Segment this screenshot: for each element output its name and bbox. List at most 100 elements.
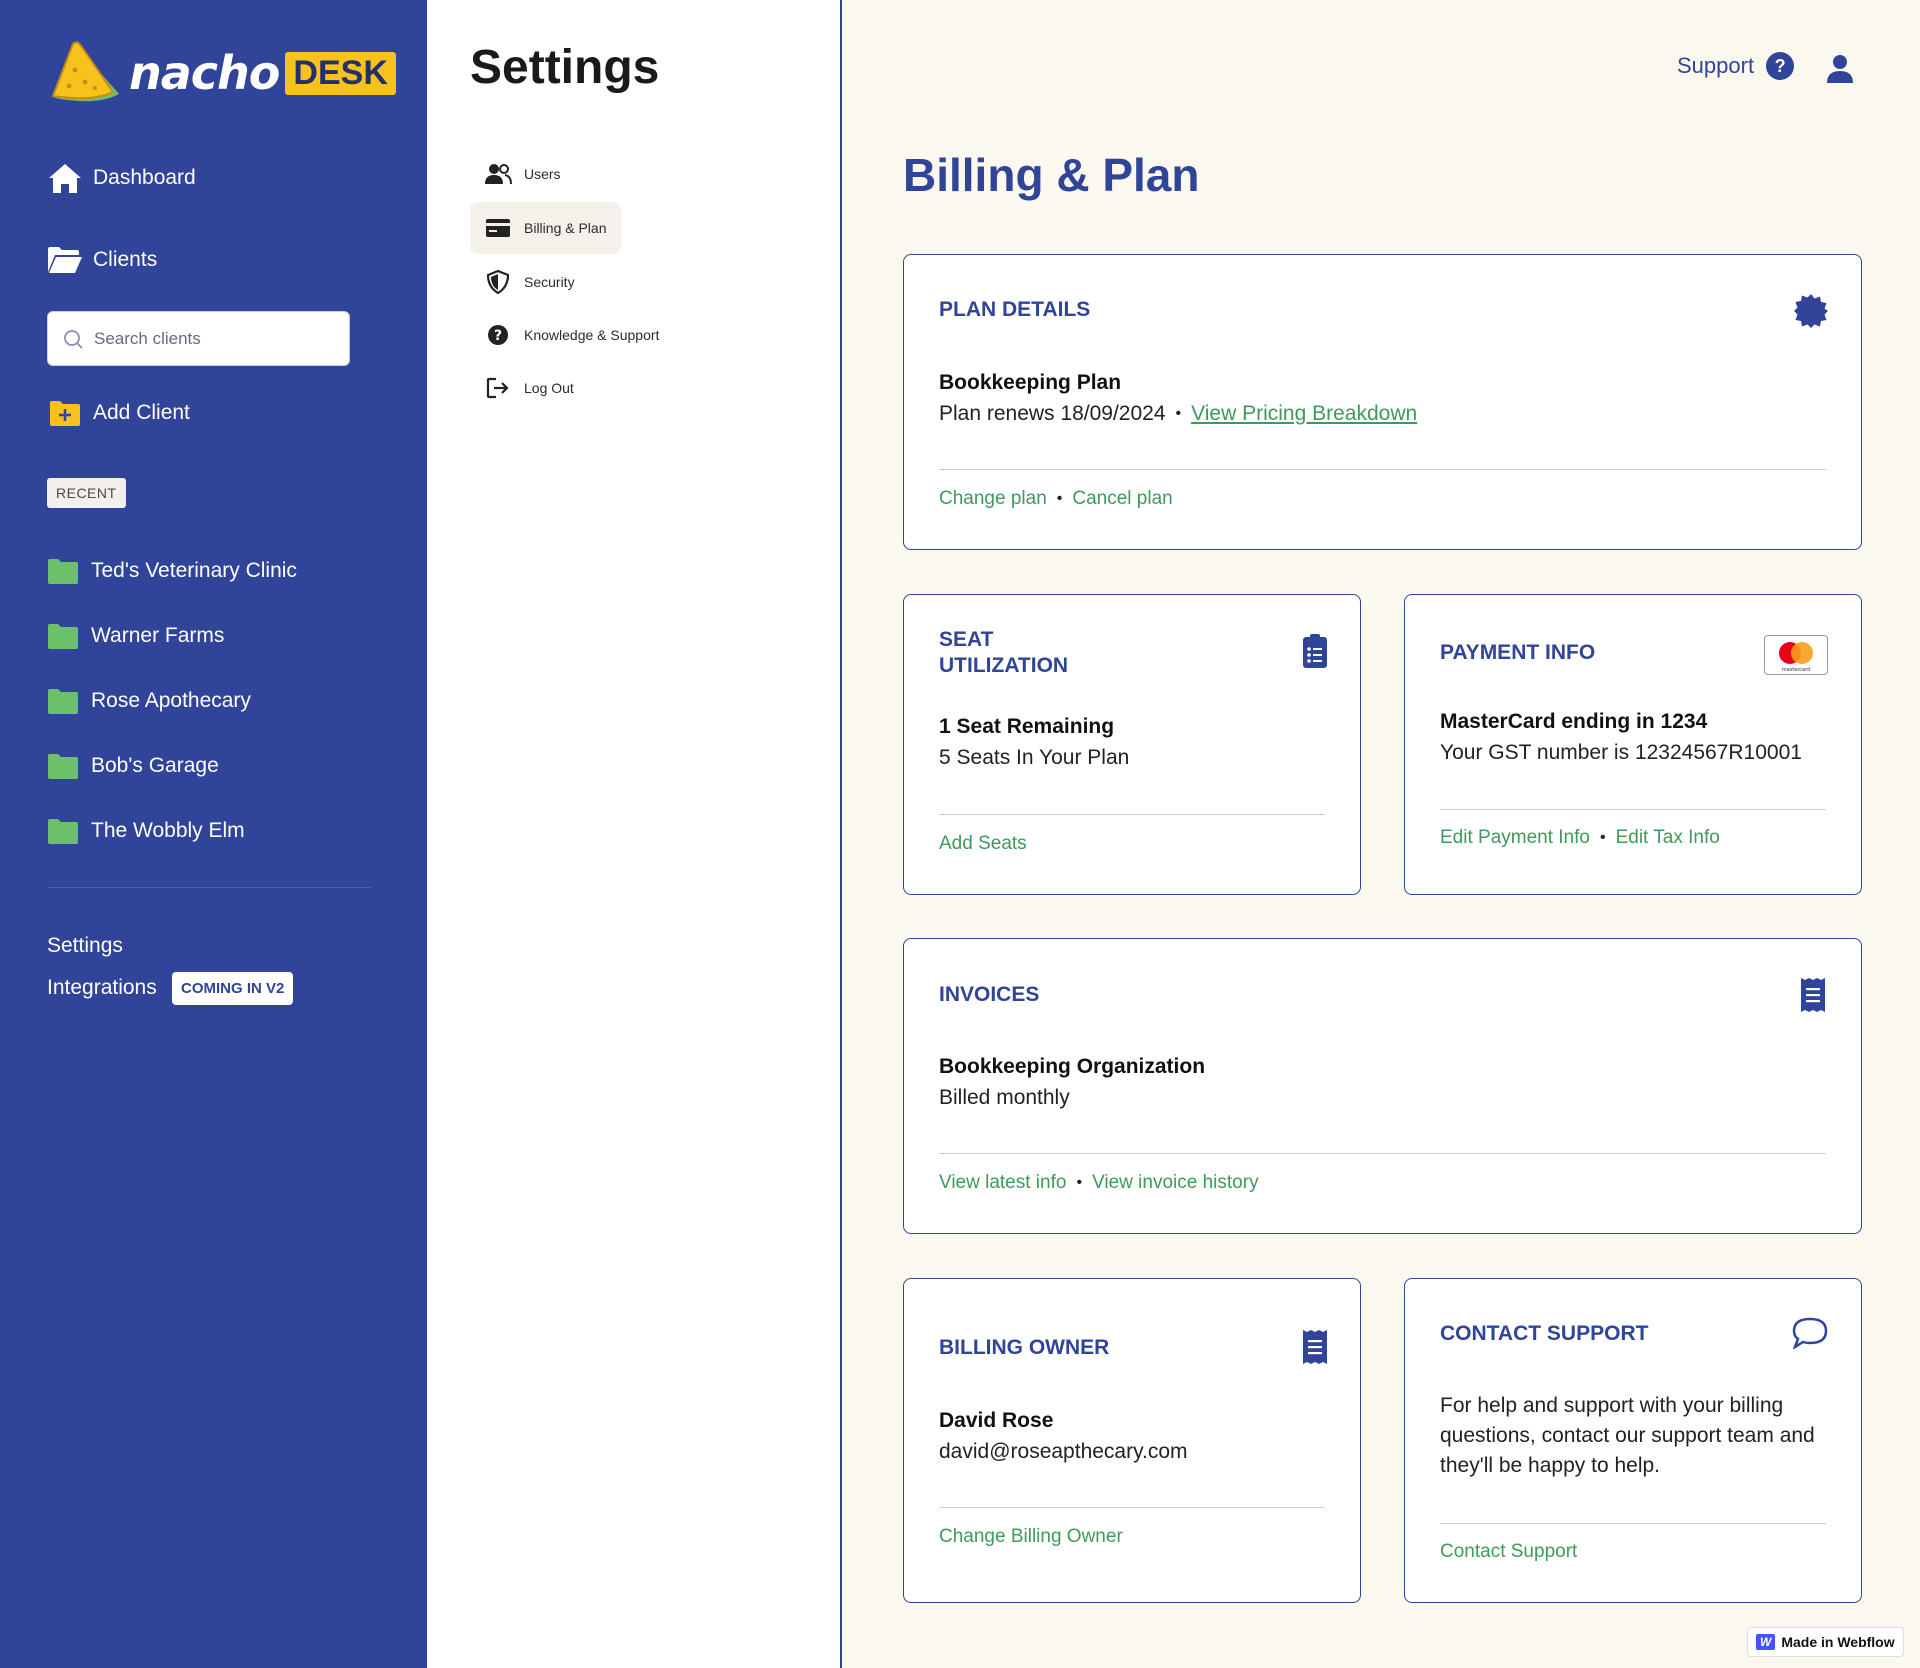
change-plan-link[interactable]: Change plan — [939, 488, 1047, 510]
invoice-organization: Bookkeeping Organization — [939, 1055, 1206, 1078]
separator-dot: • — [1076, 1174, 1083, 1191]
cancel-plan-link[interactable]: Cancel plan — [1072, 488, 1172, 510]
seats-total: 5 Seats In Your Plan — [939, 746, 1130, 769]
separator-dot: • — [1175, 405, 1182, 422]
owner-email: david@roseapthecary.com — [939, 1440, 1188, 1463]
edit-tax-link[interactable]: Edit Tax Info — [1616, 827, 1720, 849]
seat-utilization-card: SEAT UTILIZATION 1 Seat Remaining 5 Seat… — [903, 594, 1361, 895]
recent-client-item[interactable]: Rose Apothecary — [47, 688, 251, 714]
credit-card-icon — [484, 216, 512, 240]
card-divider — [939, 1507, 1325, 1508]
svg-text:?: ? — [494, 328, 502, 344]
badge-icon — [1793, 293, 1829, 334]
settings-item-label: Log Out — [524, 380, 574, 396]
folder-open-icon — [47, 243, 83, 277]
support-link[interactable]: Support ? — [1677, 52, 1795, 80]
recent-client-item[interactable]: The Wobbly Elm — [47, 818, 245, 844]
card-title: BILLING OWNER — [939, 1336, 1110, 1359]
card-title: SEAT UTILIZATION — [939, 627, 1068, 679]
nav-dashboard[interactable]: Dashboard — [47, 161, 196, 195]
gst-number: Your GST number is 12324567R10001 — [1440, 741, 1802, 764]
sidebar: nacho DESK Dashboard Clients Add Client … — [0, 0, 427, 1668]
billing-owner-card: BILLING OWNER David Rose david@roseapthe… — [903, 1278, 1361, 1603]
payment-info-card: PAYMENT INFO mastercard MasterCard endin… — [1404, 594, 1862, 895]
settings-title: Settings — [470, 41, 660, 94]
owner-actions: Change Billing Owner — [939, 1526, 1123, 1548]
home-icon — [47, 161, 83, 195]
billing-frequency: Billed monthly — [939, 1086, 1070, 1109]
separator-dot: • — [1056, 490, 1063, 507]
user-icon[interactable] — [1826, 54, 1854, 89]
brand-desk: DESK — [285, 51, 396, 95]
made-in-webflow-badge[interactable]: W Made in Webflow — [1747, 1627, 1904, 1657]
settings-item-billing[interactable]: Billing & Plan — [470, 202, 621, 254]
settings-item-users[interactable]: Users — [470, 148, 575, 200]
recent-client-label: Bob's Garage — [91, 754, 219, 777]
contact-support-link[interactable]: Contact Support — [1440, 1541, 1577, 1563]
card-divider — [939, 469, 1826, 470]
page-title: Billing & Plan — [903, 149, 1200, 201]
nav-clients[interactable]: Clients — [47, 243, 157, 277]
receipt-icon — [1302, 1329, 1328, 1370]
plan-renewal-text: Plan renews 18/09/2024 — [939, 402, 1166, 425]
support-description: For help and support with your billing q… — [1440, 1394, 1815, 1477]
card-divider — [939, 1153, 1826, 1154]
settings-item-label: Billing & Plan — [524, 220, 607, 236]
card-title: PLAN DETAILS — [939, 298, 1091, 321]
help-icon: ? — [484, 323, 512, 347]
settings-menu: Settings Users Billing & Plan Security ?… — [427, 0, 842, 1668]
recent-client-label: The Wobbly Elm — [91, 819, 245, 842]
view-pricing-link[interactable]: View Pricing Breakdown — [1191, 402, 1417, 426]
folder-icon — [48, 559, 78, 584]
change-owner-link[interactable]: Change Billing Owner — [939, 1526, 1123, 1548]
brand-logo[interactable]: nacho DESK — [47, 40, 396, 106]
invoice-actions: View latest info • View invoice history — [939, 1172, 1259, 1194]
seat-actions: Add Seats — [939, 833, 1027, 855]
plan-details-card: PLAN DETAILS Bookkeeping Plan Plan renew… — [903, 254, 1862, 550]
logout-icon — [484, 376, 512, 400]
receipt-icon — [1800, 977, 1826, 1018]
seats-remaining: 1 Seat Remaining — [939, 715, 1115, 738]
add-seats-link[interactable]: Add Seats — [939, 833, 1027, 855]
search-clients-input[interactable] — [94, 328, 334, 349]
nacho-logo-icon — [51, 41, 119, 102]
shield-icon — [484, 270, 512, 294]
add-client-button[interactable]: Add Client — [47, 396, 190, 430]
settings-item-label: Security — [524, 274, 575, 290]
coming-in-v2-badge: COMING IN V2 — [172, 972, 294, 1005]
webflow-logo-icon: W — [1756, 1634, 1776, 1650]
brand-word: nacho — [129, 46, 280, 100]
nav-clients-label: Clients — [93, 248, 158, 271]
nav-integrations[interactable]: Integrations — [47, 976, 157, 1000]
clipboard-list-icon — [1302, 633, 1328, 674]
sidebar-divider — [47, 887, 372, 888]
recent-client-item[interactable]: Warner Farms — [47, 623, 224, 649]
nav-settings[interactable]: Settings — [47, 934, 123, 958]
plan-name: Bookkeeping Plan — [939, 371, 1122, 394]
owner-name: David Rose — [939, 1409, 1054, 1432]
card-title: INVOICES — [939, 983, 1040, 1006]
recent-client-item[interactable]: Ted's Veterinary Clinic — [47, 558, 297, 584]
search-clients-box[interactable] — [47, 311, 350, 366]
card-divider — [939, 814, 1325, 815]
settings-item-label: Knowledge & Support — [524, 327, 660, 343]
card-title: CONTACT SUPPORT — [1440, 1322, 1649, 1345]
card-title-line: SEAT — [939, 628, 994, 651]
view-latest-link[interactable]: View latest info — [939, 1172, 1066, 1194]
edit-payment-link[interactable]: Edit Payment Info — [1440, 827, 1590, 849]
separator-dot: • — [1599, 829, 1606, 846]
settings-item-label: Users — [524, 166, 561, 182]
settings-item-knowledge[interactable]: ? Knowledge & Support — [470, 309, 673, 361]
folder-icon — [48, 624, 78, 649]
settings-item-logout[interactable]: Log Out — [470, 362, 588, 414]
folder-icon — [48, 689, 78, 714]
settings-item-security[interactable]: Security — [470, 256, 589, 308]
folder-icon — [48, 819, 78, 844]
users-icon — [484, 162, 512, 186]
recent-client-item[interactable]: Bob's Garage — [47, 753, 219, 779]
recent-label: RECENT — [47, 478, 126, 508]
recent-client-label: Rose Apothecary — [91, 689, 251, 712]
invoices-card: INVOICES Bookkeeping Organization Billed… — [903, 938, 1862, 1234]
view-history-link[interactable]: View invoice history — [1092, 1172, 1259, 1194]
nav-dashboard-label: Dashboard — [93, 166, 196, 189]
